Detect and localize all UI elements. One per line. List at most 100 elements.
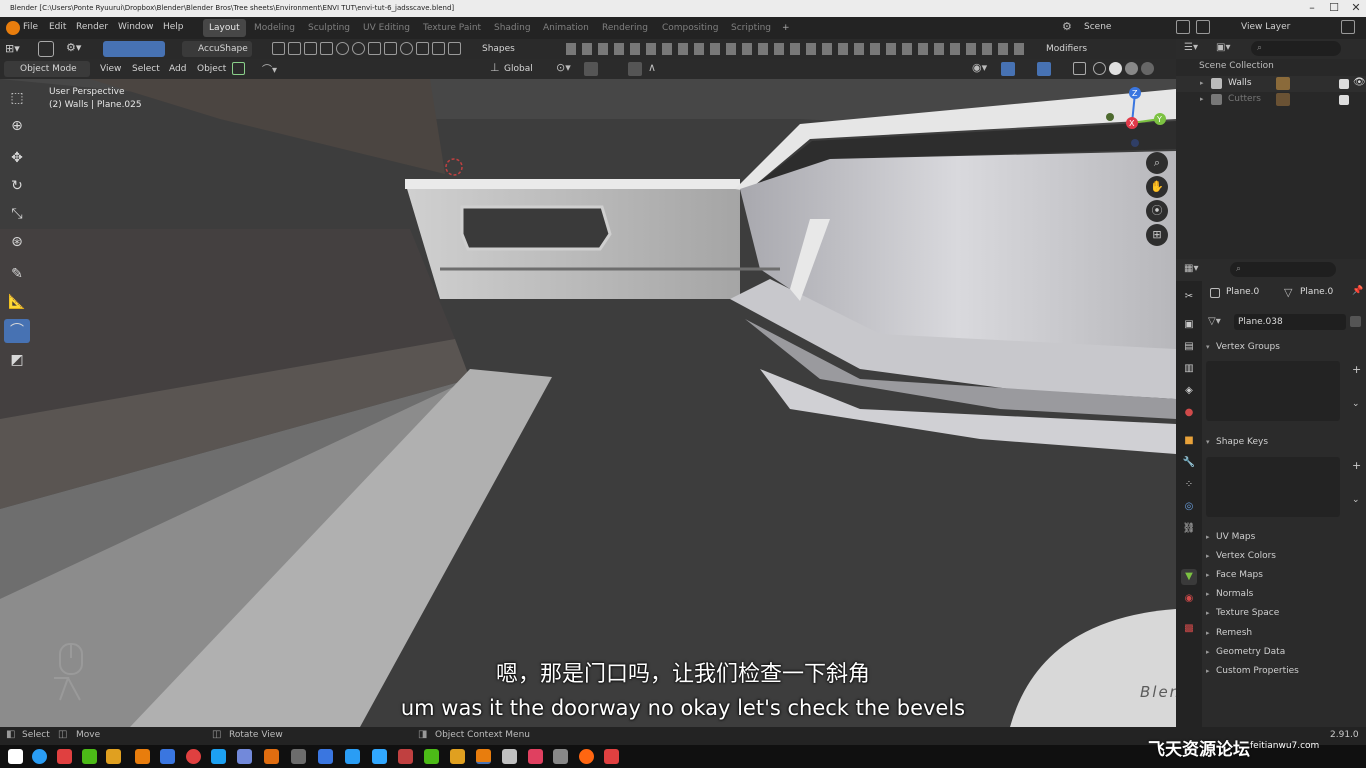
shape-keys-list[interactable] <box>1206 457 1340 517</box>
maximize-button[interactable]: ☐ <box>1324 1 1344 15</box>
menu-object[interactable]: Object <box>193 61 230 77</box>
object-info-icon[interactable] <box>232 62 245 75</box>
orientation-dropdown[interactable]: Global <box>500 61 537 77</box>
panel-shape-keys[interactable]: ▾ Shape Keys <box>1206 433 1366 451</box>
display-mode-icon[interactable]: ▣▾ <box>1216 42 1230 53</box>
panel-texture-space[interactable]: ▸ Texture Space <box>1206 604 1366 622</box>
tab-scripting[interactable]: Scripting <box>725 19 777 37</box>
material-shading-icon[interactable] <box>1125 62 1138 75</box>
minimize-button[interactable]: – <box>1302 1 1322 15</box>
blender-active-icon[interactable] <box>476 749 491 764</box>
vlc-icon[interactable] <box>264 749 279 764</box>
panel-remesh[interactable]: ▸ Remesh <box>1206 624 1366 642</box>
app-icon[interactable] <box>502 749 517 764</box>
shape-sphere-icon[interactable] <box>352 42 365 55</box>
menu-help[interactable]: Help <box>163 22 184 32</box>
scale-icon[interactable]: ⤡ <box>4 202 30 226</box>
add-workspace-button[interactable]: + <box>776 19 796 37</box>
menu-view[interactable]: View <box>96 61 125 77</box>
zoom-icon[interactable]: ⌕ <box>1146 152 1168 174</box>
menu-select[interactable]: Select <box>128 61 164 77</box>
editor-type-icon[interactable]: ⊞▾ <box>5 41 29 57</box>
ortho-toggle-icon[interactable]: ⊞ <box>1146 224 1168 246</box>
app-icon[interactable] <box>553 749 568 764</box>
bevel-tool-icon[interactable]: ⌒ <box>4 319 30 343</box>
edge-icon[interactable] <box>32 749 47 764</box>
boxcutter-icon[interactable]: ◩ <box>4 348 30 372</box>
properties-search-input[interactable]: ⌕ <box>1230 262 1336 277</box>
panel-vertex-colors[interactable]: ▸ Vertex Colors <box>1206 547 1366 565</box>
panel-normals[interactable]: ▸ Normals <box>1206 585 1366 603</box>
tab-rendering[interactable]: Rendering <box>596 19 654 37</box>
shape-cone-icon[interactable] <box>400 42 413 55</box>
particles-tab-icon[interactable]: ⁘ <box>1181 477 1197 493</box>
mesh-data-tab-icon[interactable]: ▼ <box>1181 569 1197 585</box>
walls-visibility-icon[interactable]: 👁 <box>1353 77 1366 88</box>
app-icon[interactable] <box>106 749 121 764</box>
app-icon[interactable] <box>160 749 175 764</box>
object-tab-icon[interactable]: ■ <box>1181 433 1197 449</box>
app-icon[interactable] <box>57 749 72 764</box>
active-tool-icon[interactable] <box>38 41 54 57</box>
3d-viewport[interactable]: User Perspective (2) Walls | Plane.025 Z… <box>0 79 1176 727</box>
view-layer-selector[interactable]: View Layer <box>1241 22 1290 32</box>
cutters-checkbox[interactable] <box>1339 95 1349 105</box>
tab-uv-editing[interactable]: UV Editing <box>357 19 416 37</box>
visibility-icon[interactable]: ◉▾ <box>972 61 987 74</box>
blender-icon[interactable] <box>135 749 150 764</box>
physics-tab-icon[interactable]: ◎ <box>1181 499 1197 515</box>
scene-selector[interactable]: Scene <box>1084 22 1111 32</box>
tool-tab-icon[interactable]: ✂ <box>1181 289 1197 305</box>
add-vertex-group-icon[interactable]: + <box>1352 363 1361 376</box>
tab-compositing[interactable]: Compositing <box>656 19 724 37</box>
start-icon[interactable] <box>8 749 23 764</box>
hops-tool-strip[interactable] <box>566 43 1026 55</box>
menu-file[interactable]: File <box>23 22 38 32</box>
scene-tab-icon[interactable]: ◈ <box>1181 383 1197 399</box>
tab-modeling[interactable]: Modeling <box>248 19 301 37</box>
wireframe-shading-icon[interactable] <box>1093 62 1106 75</box>
transform-icon[interactable]: ⊛ <box>4 230 30 254</box>
world-tab-icon[interactable]: ● <box>1181 405 1197 421</box>
panel-custom-properties[interactable]: ▸ Custom Properties <box>1206 662 1366 680</box>
shape-custom-icon[interactable] <box>416 42 429 55</box>
chrome-icon[interactable] <box>186 749 201 764</box>
tab-shading[interactable]: Shading <box>488 19 537 37</box>
mesh-browse-icon[interactable]: ▽▾ <box>1208 316 1221 327</box>
modifiers-menu[interactable]: Modifiers <box>1042 41 1091 57</box>
app-icon[interactable] <box>424 749 439 764</box>
pan-hand-icon[interactable]: ✋ <box>1146 176 1168 198</box>
proportional-edit-icon[interactable] <box>628 62 642 76</box>
constraints-tab-icon[interactable]: ⛓ <box>1181 521 1197 537</box>
vertex-groups-list[interactable] <box>1206 361 1340 421</box>
falloff-icon[interactable]: ∧ <box>648 61 656 74</box>
add-shape-key-icon[interactable]: + <box>1352 459 1361 472</box>
xray-icon[interactable] <box>1073 62 1086 75</box>
select-mode-buttons[interactable] <box>103 41 165 57</box>
panel-geometry-data[interactable]: ▸ Geometry Data <box>1206 643 1366 661</box>
menu-add[interactable]: Add <box>165 61 190 77</box>
rendered-shading-icon[interactable] <box>1141 62 1154 75</box>
view-layer-tab-icon[interactable]: ▥ <box>1181 361 1197 377</box>
app-icon[interactable] <box>528 749 543 764</box>
object-mode-dropdown[interactable]: Object Mode <box>4 61 90 77</box>
tab-sculpting[interactable]: Sculpting <box>302 19 356 37</box>
properties-editor-icon[interactable]: ▦▾ <box>1184 263 1198 274</box>
annotate-icon[interactable]: ✎ <box>4 262 30 286</box>
pin-icon[interactable]: 📌 <box>1352 286 1363 296</box>
expand-arrow-icon[interactable]: ▸ <box>1200 79 1204 87</box>
new-view-layer-icon[interactable] <box>1341 20 1355 34</box>
shape-grid-icon[interactable] <box>320 42 333 55</box>
skype-icon[interactable] <box>211 749 226 764</box>
photoshop-icon[interactable] <box>372 749 387 764</box>
walls-checkbox[interactable] <box>1339 79 1349 89</box>
solid-shading-icon[interactable] <box>1109 62 1122 75</box>
vertex-group-menu-icon[interactable]: ⌄ <box>1352 399 1360 409</box>
select-box-icon[interactable]: ⬚ <box>4 86 30 110</box>
outliner-row-walls[interactable]: ▸ Walls 👁 <box>1176 76 1366 92</box>
panel-vertex-groups[interactable]: ▾ Vertex Groups <box>1206 338 1366 356</box>
rotate-icon[interactable]: ↻ <box>4 174 30 198</box>
camera-view-icon[interactable]: ⦿ <box>1146 200 1168 222</box>
shape-rounded-icon[interactable] <box>304 42 317 55</box>
panel-uv-maps[interactable]: ▸ UV Maps <box>1206 528 1366 546</box>
